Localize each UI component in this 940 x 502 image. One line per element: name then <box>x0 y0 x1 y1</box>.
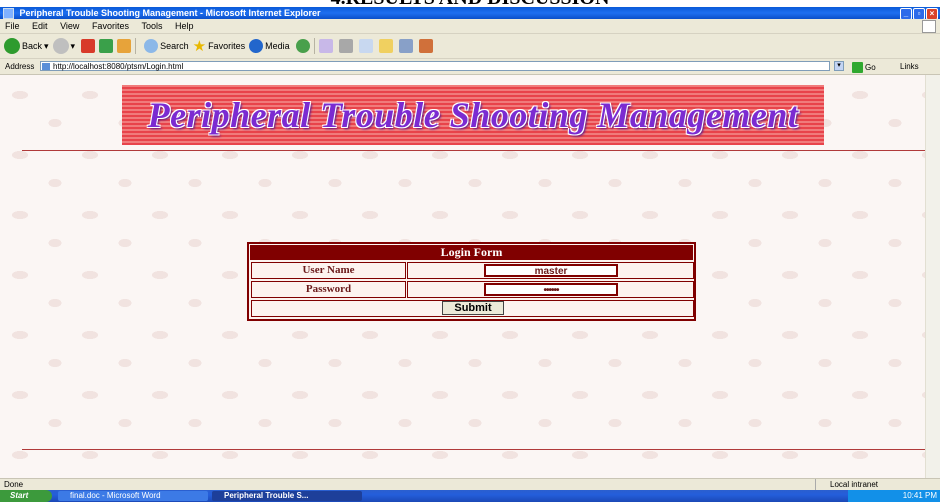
links-button[interactable]: Links <box>900 59 919 74</box>
login-form-title: Login Form <box>250 245 693 260</box>
mail-icon[interactable] <box>318 39 333 53</box>
menu-edit[interactable]: Edit <box>32 21 48 31</box>
password-label: Password <box>251 281 406 298</box>
search-button[interactable]: Search <box>144 39 189 53</box>
windows-logo-icon <box>922 20 936 33</box>
menu-bar: File Edit View Favorites Tools Help <box>0 19 940 34</box>
banner-title: Peripheral Trouble Shooting Management <box>147 95 799 135</box>
top-divider <box>22 150 927 151</box>
start-button[interactable]: Start <box>0 490 52 502</box>
bottom-divider <box>22 449 927 450</box>
site-banner: Peripheral Trouble Shooting Management <box>122 85 824 145</box>
home-icon[interactable] <box>117 39 132 53</box>
address-dropdown-button[interactable]: ▾ <box>834 61 844 71</box>
page-viewport: Peripheral Trouble Shooting Management L… <box>0 75 940 478</box>
window-titlebar[interactable]: Peripheral Trouble Shooting Management -… <box>0 7 940 20</box>
page-icon <box>42 63 50 70</box>
folder-icon[interactable] <box>378 39 393 53</box>
address-bar: Address http://localhost:8080/ptsm/Login… <box>0 59 940 75</box>
favorites-button[interactable]: ★ Favorites <box>193 37 245 55</box>
forward-arrow-icon <box>52 38 69 54</box>
username-cell: master <box>407 262 694 279</box>
password-cell: •••••• <box>407 281 694 298</box>
back-button[interactable]: Back ▾ <box>4 38 49 54</box>
research-icon[interactable] <box>418 39 433 53</box>
star-icon: ★ <box>192 38 207 55</box>
media-icon <box>249 39 264 53</box>
menu-view[interactable]: View <box>60 21 79 31</box>
ie-icon <box>3 8 14 19</box>
edit-icon[interactable] <box>358 39 373 53</box>
username-label: User Name <box>251 262 406 279</box>
menu-favorites[interactable]: Favorites <box>92 21 129 31</box>
media-button[interactable]: Media <box>249 39 290 53</box>
print-icon[interactable] <box>338 39 353 53</box>
forward-button[interactable]: ▾ <box>52 38 75 54</box>
back-arrow-icon <box>4 38 20 54</box>
menu-help[interactable]: Help <box>175 21 194 31</box>
password-input[interactable]: •••••• <box>484 283 618 296</box>
search-icon <box>144 39 159 53</box>
system-tray: 10:41 PM <box>848 490 940 502</box>
refresh-icon[interactable] <box>99 39 114 53</box>
go-arrow-icon <box>852 62 863 73</box>
username-input[interactable]: master <box>484 264 618 277</box>
taskbar-item-word[interactable]: final.doc - Microsoft Word <box>58 491 208 501</box>
login-form: Login Form User Name master Password •••… <box>247 242 696 321</box>
menu-file[interactable]: File <box>5 21 20 31</box>
stop-icon[interactable] <box>81 39 96 53</box>
messenger-icon[interactable] <box>398 39 413 53</box>
windows-taskbar: Start final.doc - Microsoft Word Periphe… <box>0 490 940 502</box>
submit-button[interactable]: Submit <box>442 301 504 315</box>
address-label: Address <box>5 62 35 71</box>
browser-toolbar: Back ▾ ▾ Search ★ Favorites Media <box>0 34 940 59</box>
address-input[interactable]: http://localhost:8080/ptsm/Login.html <box>40 61 830 71</box>
taskbar-item-browser[interactable]: Peripheral Trouble S... <box>212 491 362 501</box>
clock: 10:41 PM <box>902 491 937 500</box>
go-button[interactable]: Go <box>852 60 876 75</box>
history-icon[interactable] <box>295 39 310 53</box>
window-title: Peripheral Trouble Shooting Management -… <box>19 8 321 18</box>
vertical-scrollbar[interactable] <box>925 75 940 478</box>
menu-tools[interactable]: Tools <box>141 21 162 31</box>
